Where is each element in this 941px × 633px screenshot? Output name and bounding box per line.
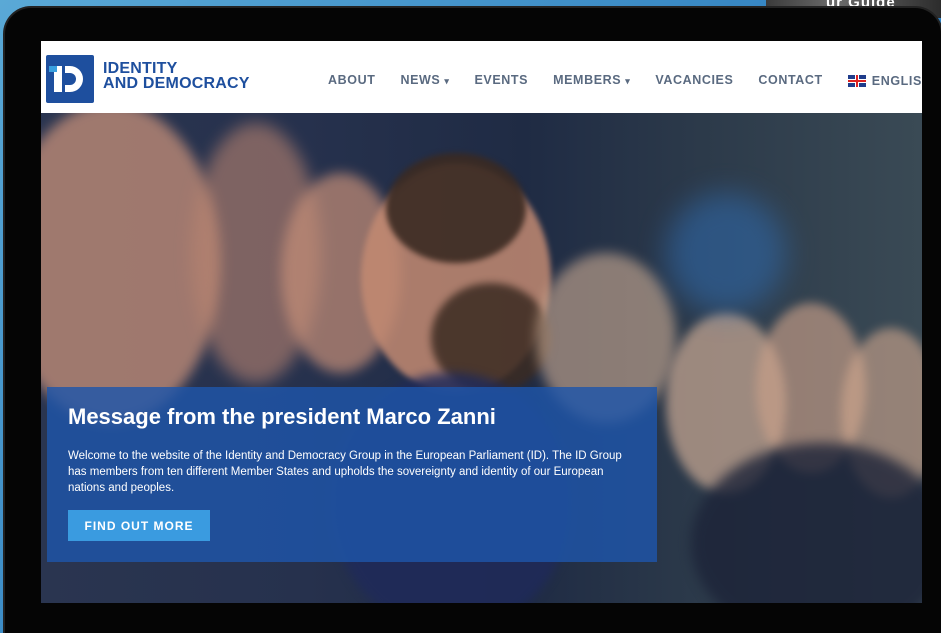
nav-contact-label: CONTACT	[758, 73, 823, 87]
hero-message-card: Message from the president Marco Zanni W…	[47, 387, 657, 562]
hero-description: Welcome to the website of the Identity a…	[68, 450, 622, 494]
find-out-more-button[interactable]: FIND OUT MORE	[68, 510, 210, 541]
logo-text[interactable]: IDENTITY AND DEMOCRACY	[103, 60, 250, 92]
nav-news[interactable]: NEWS ▾	[400, 73, 449, 89]
tablet-frame: IDENTITY AND DEMOCRACY ABOUT NEWS ▾ EVENT…	[5, 8, 941, 633]
nav-contact[interactable]: CONTACT	[758, 73, 822, 89]
nav-events-label: EVENTS	[474, 73, 529, 87]
logo-line-1: IDENTITY	[103, 60, 178, 77]
id-logo-icon[interactable]	[46, 55, 94, 103]
nav-vacancies[interactable]: VACANCIES	[655, 73, 733, 89]
nav-about-label: ABOUT	[328, 73, 376, 87]
photo-light	[666, 193, 786, 313]
nav-news-label: NEWS	[400, 73, 441, 87]
language-selector[interactable]: ENGLISH	[847, 73, 922, 89]
site-header: IDENTITY AND DEMOCRACY ABOUT NEWS ▾ EVENT…	[41, 41, 922, 113]
website-screen: IDENTITY AND DEMOCRACY ABOUT NEWS ▾ EVENT…	[41, 41, 922, 603]
nav-events[interactable]: EVENTS	[474, 73, 528, 89]
nav-members-label: MEMBERS	[553, 73, 622, 87]
logo-line-2: AND DEMOCRACY	[103, 75, 250, 92]
nav-about[interactable]: ABOUT	[328, 73, 375, 89]
hero-title: Message from the president Marco Zanni	[68, 404, 496, 429]
nav-members[interactable]: MEMBERS ▾	[553, 73, 630, 89]
hero-banner: Message from the president Marco Zanni W…	[41, 113, 922, 603]
photo-figure	[386, 153, 526, 263]
main-nav: ABOUT NEWS ▾ EVENTS MEMBERS ▾ VACANCIES CO…	[328, 73, 922, 89]
chevron-down-icon: ▾	[625, 76, 631, 86]
nav-vacancies-label: VACANCIES	[655, 73, 734, 87]
language-label: ENGLISH	[871, 74, 922, 88]
uk-flag-icon	[847, 75, 866, 87]
chevron-down-icon: ▾	[444, 76, 450, 86]
